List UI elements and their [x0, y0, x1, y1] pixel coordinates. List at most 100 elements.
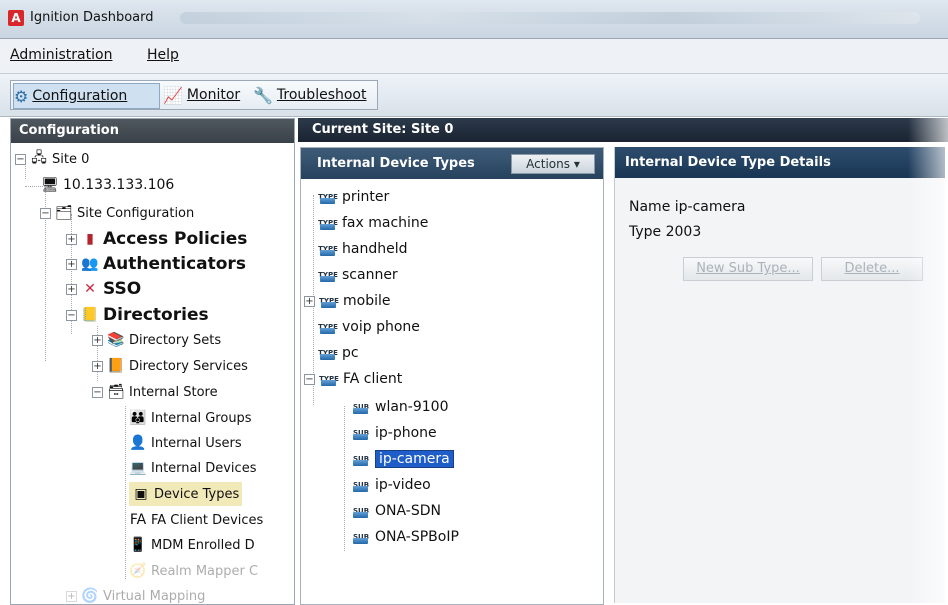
menu-administration[interactable]: Administration — [10, 47, 112, 63]
type-icon: TYPE — [318, 213, 338, 233]
monitor-label: Monitor — [186, 87, 241, 103]
delete-button[interactable]: Delete... — [821, 257, 923, 281]
tree-item-fa-client-devices[interactable]: FA FA Client Devices — [129, 508, 264, 532]
details-header: Internal Device Type Details — [615, 147, 945, 178]
collapse-icon[interactable]: − — [66, 309, 77, 321]
expand-icon[interactable]: + — [66, 283, 77, 295]
tree-item-label: Directories — [103, 305, 209, 325]
tree-item-internal-users[interactable]: 👤 Internal Users — [129, 431, 242, 455]
sub-type-ip-video[interactable]: SUB ip-video — [351, 473, 431, 497]
tree-item-label: 10.133.133.106 — [63, 177, 175, 193]
tree-item-site-configuration[interactable]: − 🗂 Site Configuration — [40, 201, 194, 225]
collapse-icon[interactable]: − — [92, 386, 103, 398]
device-type-printer[interactable]: TYPE printer — [318, 185, 389, 209]
tree-item-virtual-mapping[interactable]: + 🌀 Virtual Mapping — [66, 584, 206, 604]
tree-item-sso[interactable]: + ✕ SSO — [66, 277, 141, 301]
fa-client-icon: FA — [129, 512, 147, 528]
name-value: ip-camera — [674, 199, 746, 215]
tree-item-label: Site 0 — [52, 151, 90, 167]
tree-item-label: Internal Devices — [151, 460, 257, 476]
expand-icon[interactable]: + — [92, 360, 103, 372]
type-icon: TYPE — [318, 187, 338, 207]
directory-icon: 📒 — [81, 307, 99, 323]
tree-item-label: Directory Services — [129, 358, 248, 374]
tree-item-directories[interactable]: − 📒 Directories — [66, 303, 209, 327]
tree-item-internal-groups[interactable]: 👪 Internal Groups — [129, 406, 252, 430]
collapse-icon[interactable]: − — [40, 207, 51, 219]
new-sub-type-button[interactable]: New Sub Type... — [683, 257, 813, 281]
tree-item-internal-devices[interactable]: 💻 Internal Devices — [129, 456, 256, 480]
tree-item-label: Access Policies — [103, 229, 248, 249]
device-type-label: ip-camera — [375, 450, 454, 468]
device-type-label: ONA-SDN — [375, 503, 441, 519]
sub-type-ona-spboip[interactable]: SUB ONA-SPBoIP — [351, 525, 459, 549]
tree-item-device-types[interactable]: ▣ Device Types — [129, 482, 243, 506]
internal-device-types-panel: Internal Device Types Actions ▾ TYPE pri… — [300, 147, 604, 605]
menu-help[interactable]: Help — [147, 47, 179, 63]
tree-item-access-policies[interactable]: + ▮ Access Policies — [66, 227, 247, 251]
tree-item-label: Internal Users — [151, 435, 242, 451]
sub-type-icon: SUB — [351, 397, 371, 417]
tree-item-label: Virtual Mapping — [103, 588, 206, 604]
actions-button[interactable]: Actions ▾ — [511, 154, 595, 174]
tree-item-label: SSO — [103, 279, 142, 299]
device-type-label: mobile — [343, 293, 391, 309]
tree-item-directory-sets[interactable]: + 📚 Directory Sets — [92, 328, 221, 352]
tree-item-label: Directory Sets — [129, 332, 222, 348]
tree-item-ip[interactable]: 🖥 10.133.133.106 — [41, 173, 174, 197]
collapse-icon[interactable]: − — [304, 373, 315, 385]
chevron-down-icon: ▾ — [573, 157, 580, 171]
sub-type-ip-camera[interactable]: SUB ip-camera — [351, 447, 454, 471]
sub-type-ip-phone[interactable]: SUB ip-phone — [351, 421, 437, 445]
expand-icon[interactable]: + — [66, 258, 77, 270]
expand-icon[interactable]: + — [66, 590, 77, 602]
type-icon: TYPE — [318, 343, 338, 363]
tree-item-directory-services[interactable]: + 📙 Directory Services — [92, 354, 248, 378]
device-type-pc[interactable]: TYPE pc — [318, 341, 358, 365]
expand-icon[interactable]: + — [66, 233, 77, 245]
troubleshoot-button[interactable]: 🔧 Troubleshoot — [253, 83, 373, 107]
device-type-fax-machine[interactable]: TYPE fax machine — [318, 211, 428, 235]
device-type-label: ip-phone — [375, 425, 437, 441]
sub-type-wlan-9100[interactable]: SUB wlan-9100 — [351, 395, 449, 419]
type-label: Type — [629, 224, 662, 240]
tree-item-label: Site Configuration — [77, 205, 195, 221]
expand-icon[interactable]: + — [92, 334, 103, 346]
wrench-icon: 🔧 — [253, 85, 273, 105]
device-type-voip-phone[interactable]: TYPE voip phone — [318, 315, 420, 339]
tree-item-mdm-enrolled[interactable]: 📱 MDM Enrolled D — [129, 533, 254, 557]
device-type-fa-client[interactable]: − TYPE FA client — [304, 367, 402, 391]
configuration-tree-panel: Configuration − 🖧 Site 0 🖥 10.133.133.10… — [10, 118, 295, 605]
window-titlebar: A Ignition Dashboard — [0, 0, 948, 39]
tree-item-authenticators[interactable]: + 👥 Authenticators — [66, 252, 246, 276]
tree-item-label: Internal Groups — [151, 410, 252, 426]
toolbar: ⚙ Configuration 📈 Monitor 🔧 Troubleshoot — [0, 74, 948, 117]
virtual-mapping-icon: 🌀 — [81, 588, 99, 604]
collapse-icon[interactable]: − — [15, 153, 26, 165]
type-icon: TYPE — [318, 265, 338, 285]
mdm-icon: 📱 — [129, 537, 147, 553]
tree-item-site-0[interactable]: − 🖧 Site 0 — [15, 147, 89, 171]
internal-store-icon: 🗃 — [107, 384, 125, 400]
device-type-mobile[interactable]: + TYPE mobile — [304, 289, 390, 313]
name-detail: Name ip-camera — [629, 199, 745, 215]
device-type-details-panel: Internal Device Type Details Name ip-cam… — [614, 147, 945, 603]
device-type-label: FA client — [343, 371, 403, 387]
configuration-button[interactable]: ⚙ Configuration — [13, 83, 160, 109]
device-type-handheld[interactable]: TYPE handheld — [318, 237, 407, 261]
sub-type-ona-sdn[interactable]: SUB ONA-SDN — [351, 499, 441, 523]
tree-item-realm-mapper[interactable]: 🧭 Realm Mapper C — [129, 559, 258, 583]
monitor-button[interactable]: 📈 Monitor — [163, 83, 247, 107]
type-icon: TYPE — [318, 317, 338, 337]
tree-item-internal-store[interactable]: − 🗃 Internal Store — [92, 380, 218, 404]
folder-gear-icon: 🗂 — [55, 205, 73, 221]
blurred-title-text — [180, 12, 920, 24]
device-type-label: ONA-SPBoIP — [375, 529, 459, 545]
menu-administration-label: Administration — [10, 47, 113, 63]
device-type-scanner[interactable]: TYPE scanner — [318, 263, 398, 287]
app-icon: A — [8, 10, 24, 26]
content-area: Current Site: Site 0 Internal Device Typ… — [298, 118, 948, 605]
expand-icon[interactable]: + — [304, 295, 315, 307]
device-type-label: printer — [342, 189, 390, 205]
type-icon: TYPE — [319, 369, 339, 389]
